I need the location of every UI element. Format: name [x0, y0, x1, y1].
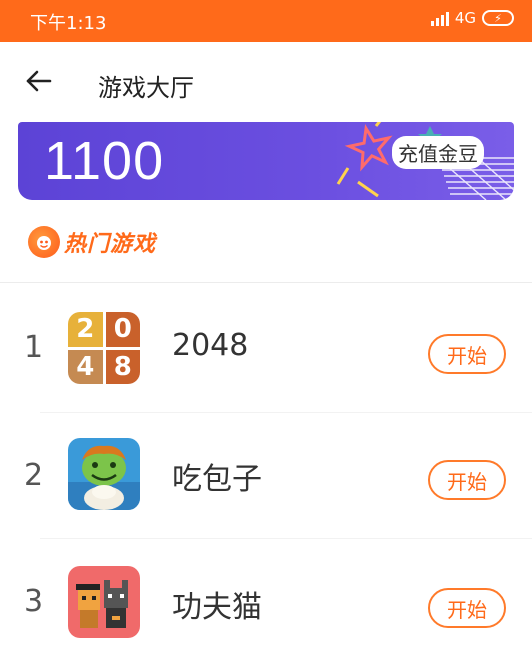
- game-row-2048: 1 2 0 4 8 2048 开始: [0, 288, 532, 408]
- status-bar: 下午1:13 4G ⚡: [0, 0, 532, 42]
- divider: [40, 412, 532, 413]
- divider: [0, 282, 532, 283]
- bun-eater-icon[interactable]: [68, 438, 140, 510]
- 2048-tiles-icon[interactable]: 2 0 4 8: [68, 312, 140, 384]
- status-indicators: 4G ⚡: [430, 9, 514, 27]
- kungfu-cat-icon[interactable]: [68, 566, 140, 638]
- hot-games-icon: [28, 226, 60, 258]
- tile: 0: [105, 312, 140, 347]
- tile: 2: [68, 312, 103, 347]
- battery-charging-icon: ⚡: [482, 10, 514, 26]
- signal-icon: [430, 10, 449, 26]
- game-name: 2048: [172, 328, 249, 363]
- star-icon: [344, 124, 393, 172]
- game-rank: 3: [24, 584, 44, 619]
- game-rank: 2: [24, 458, 44, 493]
- game-name: 功夫猫: [172, 590, 262, 625]
- section-header-hot-games: 热门游戏: [28, 226, 156, 258]
- tile: 4: [68, 349, 103, 384]
- status-time: 下午1:13: [30, 13, 107, 34]
- tile: 8: [105, 349, 140, 384]
- recharge-button[interactable]: 充值金豆: [392, 136, 484, 169]
- divider: [40, 538, 532, 539]
- game-name: 吃包子: [172, 462, 262, 497]
- coin-balance: 1100: [44, 131, 165, 191]
- start-button[interactable]: 开始: [428, 460, 506, 500]
- game-row-kungfu-cat: 3 功夫猫 开始: [0, 540, 532, 660]
- page-title: 游戏大厅: [98, 74, 194, 102]
- section-title: 热门游戏: [64, 232, 157, 257]
- header: 游戏大厅: [0, 42, 532, 122]
- arrow-left-icon: [26, 70, 52, 92]
- balance-banner: 1100 充值金豆: [18, 122, 514, 200]
- back-button[interactable]: [22, 64, 56, 98]
- network-label: 4G: [454, 9, 476, 27]
- game-rank: 1: [24, 330, 44, 365]
- start-button[interactable]: 开始: [428, 588, 506, 628]
- start-button[interactable]: 开始: [428, 334, 506, 374]
- game-row-bun: 2 吃包子 开始: [0, 414, 532, 534]
